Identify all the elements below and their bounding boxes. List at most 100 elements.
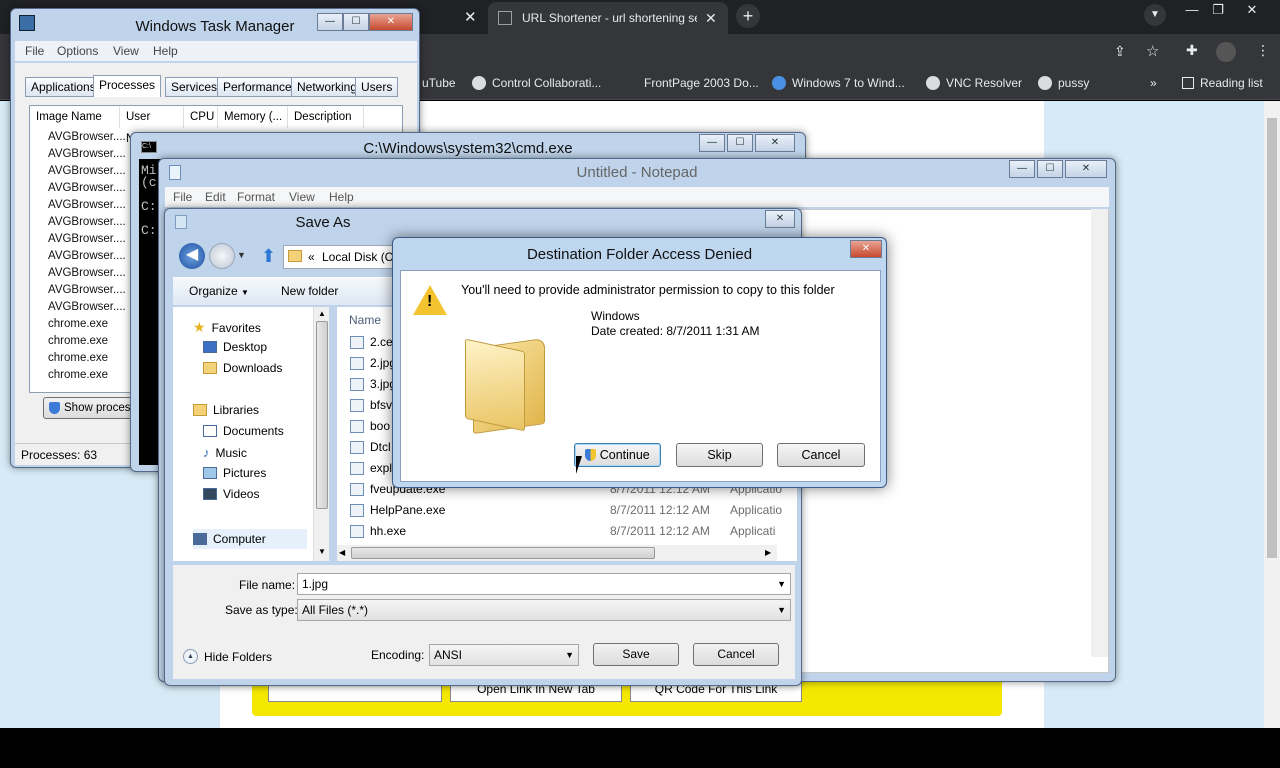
process-row[interactable]: AVGBrowser.... (48, 131, 126, 143)
process-row[interactable]: AVGBrowser.... (48, 148, 126, 160)
menu-file[interactable]: File (173, 190, 192, 204)
cancel-button[interactable]: Cancel (693, 643, 779, 666)
menu-help[interactable]: Help (153, 44, 178, 58)
tab-applications[interactable]: Applications (25, 77, 102, 97)
nav-favorites[interactable]: ★ Favorites (193, 319, 261, 336)
nav-documents[interactable]: Documents (203, 424, 284, 438)
close-button[interactable]: ✕ (765, 210, 795, 228)
nav-computer[interactable]: Computer (193, 529, 307, 549)
back-button[interactable]: ◀ (179, 243, 205, 269)
tab-close-icon[interactable]: ✕ (705, 10, 717, 27)
new-tab-icon[interactable]: + (736, 4, 760, 28)
tab-processes[interactable]: Processes (93, 75, 162, 97)
scroll-thumb[interactable] (351, 547, 655, 559)
minimize-button[interactable]: — (1009, 160, 1035, 178)
encoding-select[interactable]: ANSI ▼ (429, 644, 579, 666)
restore-icon[interactable]: ❐ (1200, 0, 1236, 22)
bookmark-item[interactable]: Windows 7 to Wind... (772, 76, 905, 90)
scroll-down-icon[interactable]: ▼ (318, 547, 326, 556)
menu-view[interactable]: View (113, 44, 139, 58)
process-row[interactable]: AVGBrowser.... (48, 250, 126, 262)
hide-folders-button[interactable]: ▲ Hide Folders (183, 649, 272, 664)
process-row[interactable]: AVGBrowser.... (48, 267, 126, 279)
address-bar[interactable]: « Local Disk (C: (283, 245, 395, 269)
tab-services[interactable]: Services (165, 77, 224, 97)
recent-dropdown-icon[interactable]: ▼ (237, 250, 246, 260)
process-row[interactable]: chrome.exe (48, 335, 108, 347)
nav-scrollbar[interactable]: ▲ ▼ (313, 307, 329, 561)
process-row[interactable]: AVGBrowser.... (48, 199, 126, 211)
scroll-thumb[interactable] (316, 321, 328, 509)
scroll-left-icon[interactable]: ◀ (339, 548, 345, 557)
scroll-right-icon[interactable]: ▶ (765, 548, 771, 557)
nav-videos[interactable]: Videos (203, 487, 259, 501)
bookmark-item[interactable]: pussy (1038, 76, 1089, 90)
vertical-scrollbar[interactable] (1091, 209, 1108, 657)
bookmark-item[interactable]: Control Collaborati... (472, 76, 601, 90)
process-row[interactable]: AVGBrowser.... (48, 284, 126, 296)
maximize-button[interactable]: ☐ (727, 134, 753, 152)
minimize-button[interactable]: — (317, 13, 343, 31)
nav-desktop[interactable]: Desktop (203, 340, 267, 354)
maximize-button[interactable]: ☐ (1037, 160, 1063, 178)
page-scrollbar-thumb[interactable] (1267, 118, 1277, 558)
avatar[interactable] (1216, 42, 1236, 62)
close-button[interactable]: ✕ (369, 13, 413, 31)
file-name-input[interactable]: 1.jpg ▼ (297, 573, 791, 595)
continue-button[interactable]: Continue (574, 443, 661, 467)
up-folder-icon[interactable]: ⬆ (261, 246, 276, 267)
minimize-button[interactable]: — (699, 134, 725, 152)
reading-list-button[interactable]: Reading list (1182, 76, 1263, 90)
process-row[interactable]: AVGBrowser.... (48, 301, 126, 313)
menu-kebab-icon[interactable]: ⋮ (1256, 42, 1270, 59)
col-image-name[interactable]: Image Name (30, 106, 120, 128)
maximize-button[interactable]: ☐ (343, 13, 369, 31)
col-cpu[interactable]: CPU (184, 106, 218, 128)
close-button[interactable]: ✕ (850, 240, 882, 258)
close-icon[interactable]: ✕ (1234, 0, 1270, 22)
new-folder-button[interactable]: New folder (281, 284, 338, 298)
menu-options[interactable]: Options (57, 44, 98, 58)
nav-pictures[interactable]: Pictures (203, 466, 266, 480)
bookmark-star-icon[interactable]: ☆ (1146, 42, 1159, 60)
col-user-name[interactable]: User Name (120, 106, 184, 145)
close-button[interactable]: ✕ (1065, 160, 1107, 178)
bookmark-item[interactable]: FrontPage 2003 Do... (644, 76, 759, 90)
tab-users[interactable]: Users (355, 77, 399, 97)
bookmark-item[interactable]: uTube (422, 76, 456, 90)
nav-music[interactable]: ♪ Music (203, 445, 247, 460)
process-row[interactable]: chrome.exe (48, 369, 108, 381)
organize-button[interactable]: Organize ▼ (189, 284, 249, 298)
bookmark-item[interactable]: VNC Resolver (926, 76, 1022, 90)
save-button[interactable]: Save (593, 643, 679, 666)
col-description[interactable]: Description (288, 106, 364, 128)
save-type-select[interactable]: All Files (*.*) ▼ (297, 599, 791, 621)
process-row[interactable]: AVGBrowser.... (48, 165, 126, 177)
close-button[interactable]: ✕ (755, 134, 795, 152)
chevron-down-icon[interactable]: ▼ (777, 600, 786, 620)
menu-file[interactable]: File (25, 44, 44, 58)
tab-search-icon[interactable]: ▼ (1144, 4, 1166, 26)
nav-libraries[interactable]: Libraries (193, 403, 259, 417)
menu-view[interactable]: View (289, 190, 315, 204)
tab-networking[interactable]: Networking (291, 77, 364, 97)
forward-button[interactable] (209, 243, 235, 269)
show-processes-button[interactable]: Show process (43, 397, 143, 419)
extensions-icon[interactable]: ✚ (1186, 42, 1198, 59)
nav-downloads[interactable]: Downloads (203, 361, 282, 375)
share-icon[interactable]: ⇪ (1114, 43, 1126, 60)
process-row[interactable]: chrome.exe (48, 318, 108, 330)
menu-help[interactable]: Help (329, 190, 354, 204)
scroll-up-icon[interactable]: ▲ (318, 309, 326, 318)
skip-button[interactable]: Skip (676, 443, 763, 467)
process-row[interactable]: AVGBrowser.... (48, 182, 126, 194)
menu-edit[interactable]: Edit (205, 190, 226, 204)
process-row[interactable]: chrome.exe (48, 352, 108, 364)
col-name[interactable]: Name (349, 313, 381, 327)
chevron-down-icon[interactable]: ▼ (777, 574, 786, 594)
bookmarks-overflow-button[interactable]: » (1150, 76, 1157, 90)
menu-format[interactable]: Format (237, 190, 275, 204)
col-memory[interactable]: Memory (... (218, 106, 288, 128)
tab-performance[interactable]: Performance (217, 77, 298, 97)
h-scrollbar[interactable]: ◀ ▶ (337, 545, 777, 561)
